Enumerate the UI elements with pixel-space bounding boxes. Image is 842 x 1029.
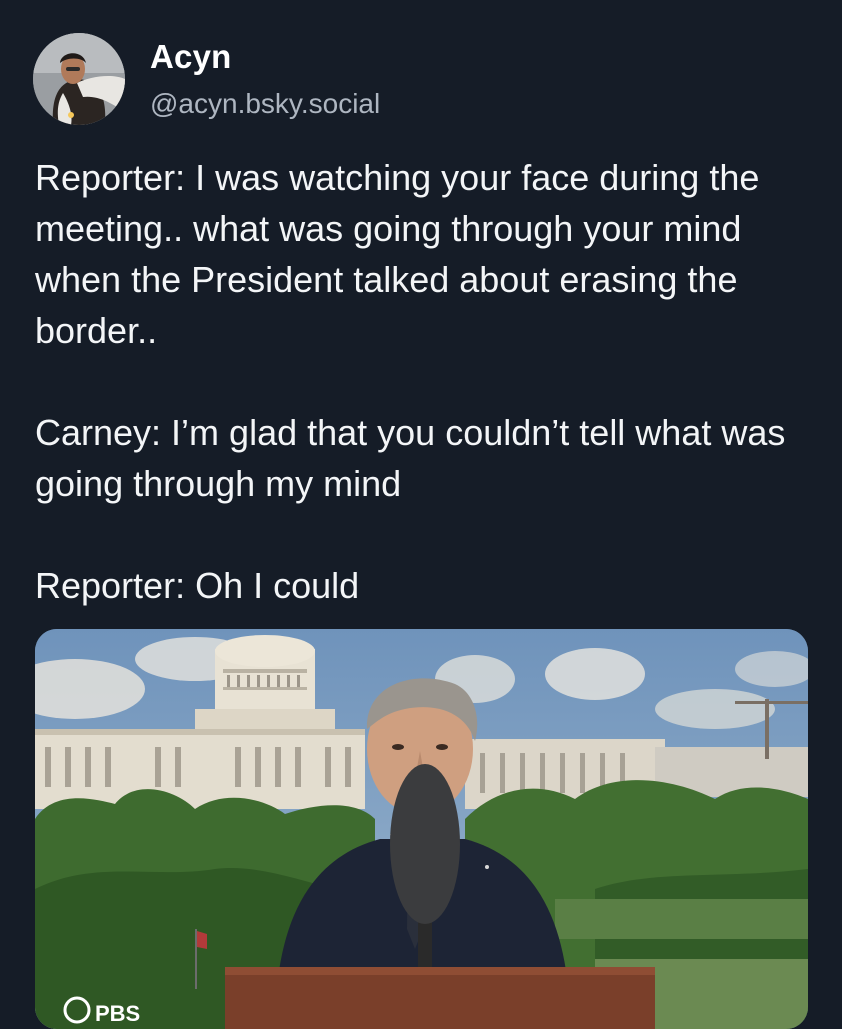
post-text: Reporter: I was watching your face durin…: [35, 152, 815, 611]
avatar-image: [33, 33, 125, 125]
author-handle[interactable]: @acyn.bsky.social: [150, 88, 380, 120]
post-video-thumbnail[interactable]: PBS: [35, 629, 808, 1029]
post-paragraph-carney-reply: Carney: I’m glad that you couldn’t tell …: [35, 412, 786, 504]
author-display-name[interactable]: Acyn: [150, 38, 380, 76]
video-watermark: PBS: [95, 1001, 140, 1026]
post-paragraph-reporter-question: Reporter: I was watching your face durin…: [35, 157, 760, 351]
post: Acyn @acyn.bsky.social Reporter: I was w…: [0, 0, 842, 1029]
video-frame-image: PBS: [35, 629, 808, 1029]
post-paragraph-reporter-reply: Reporter: Oh I could: [35, 565, 360, 606]
author-avatar[interactable]: [33, 33, 125, 125]
author-info: Acyn @acyn.bsky.social: [150, 38, 380, 120]
